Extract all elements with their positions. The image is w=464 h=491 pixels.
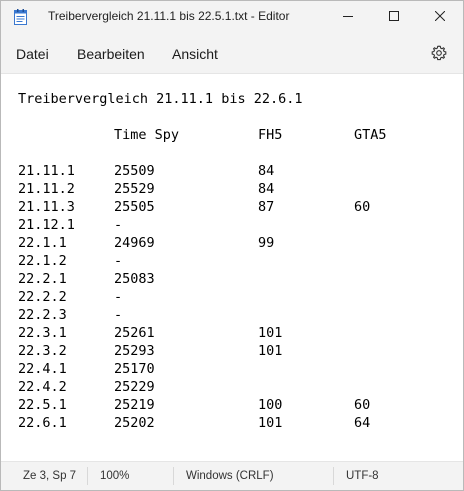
row-value: 60 (354, 199, 371, 215)
row-value: 64 (354, 415, 371, 431)
window-title: Treibervergleich 21.11.1 bis 22.5.1.txt … (48, 9, 290, 23)
row-value: 84 (258, 181, 275, 197)
row-version: 22.3.2 (18, 343, 67, 359)
row-value: 24969 (114, 235, 155, 251)
maximize-button[interactable] (371, 1, 417, 33)
column-header: GTA5 (354, 127, 387, 143)
status-bar: Ze 3, Sp 7 100% Windows (CRLF) UTF-8 (1, 462, 463, 490)
cursor-position: Ze 3, Sp 7 (23, 470, 77, 482)
row-value: - (114, 217, 123, 233)
row-value: 25529 (114, 181, 155, 197)
column-header: Time Spy (114, 127, 180, 143)
row-value: 25170 (114, 361, 155, 377)
row-value: 99 (258, 235, 275, 251)
row-version: 22.3.1 (18, 325, 67, 341)
menu-view[interactable]: Ansicht (172, 46, 218, 62)
row-value: 25261 (114, 325, 155, 341)
row-version: 22.2.3 (18, 307, 67, 323)
row-version: 21.11.1 (18, 163, 75, 179)
row-version: 21.11.3 (18, 199, 75, 215)
row-value: 25505 (114, 199, 155, 215)
row-value: 25083 (114, 271, 155, 287)
encoding: UTF-8 (346, 470, 379, 482)
row-version: 21.11.2 (18, 181, 75, 197)
row-value: 101 (258, 415, 283, 431)
row-value: - (114, 253, 123, 269)
row-version: 22.1.1 (18, 235, 67, 251)
row-value: 25202 (114, 415, 155, 431)
status-divider (173, 467, 174, 485)
close-icon (434, 8, 446, 26)
row-value: 87 (258, 199, 275, 215)
row-value: - (114, 307, 123, 323)
menu-file[interactable]: Datei (16, 46, 49, 62)
column-header: FH5 (258, 127, 283, 143)
status-divider (333, 467, 334, 485)
row-version: 22.4.1 (18, 361, 67, 377)
minimize-button[interactable] (325, 1, 371, 33)
notepad-icon (14, 9, 27, 25)
maximize-icon (389, 8, 399, 26)
row-version: 22.6.1 (18, 415, 67, 431)
title-bar[interactable]: Treibervergleich 21.11.1 bis 22.5.1.txt … (1, 1, 463, 33)
row-value: 84 (258, 163, 275, 179)
editor-window: Treibervergleich 21.11.1 bis 22.5.1.txt … (0, 0, 464, 491)
row-version: 22.4.2 (18, 379, 67, 395)
row-value: 101 (258, 343, 283, 359)
row-version: 22.5.1 (18, 397, 67, 413)
row-value: 25229 (114, 379, 155, 395)
row-value: 25293 (114, 343, 155, 359)
minimize-icon (343, 8, 353, 26)
document-heading: Treibervergleich 21.11.1 bis 22.6.1 (18, 91, 303, 107)
row-value: 100 (258, 397, 283, 413)
row-version: 22.1.2 (18, 253, 67, 269)
row-value: 60 (354, 397, 371, 413)
gear-icon[interactable] (431, 45, 447, 61)
zoom-level: 100% (100, 470, 130, 482)
menu-bar: Datei Bearbeiten Ansicht (1, 33, 463, 74)
status-divider (87, 467, 88, 485)
line-ending: Windows (CRLF) (186, 470, 274, 482)
menu-edit[interactable]: Bearbeiten (77, 46, 145, 62)
row-value: 25219 (114, 397, 155, 413)
row-value: - (114, 289, 123, 305)
row-version: 22.2.2 (18, 289, 67, 305)
row-value: 101 (258, 325, 283, 341)
text-editor-area[interactable]: Treibervergleich 21.11.1 bis 22.6.1 Time… (1, 74, 463, 462)
close-button[interactable] (417, 1, 463, 33)
row-version: 22.2.1 (18, 271, 67, 287)
row-version: 21.12.1 (18, 217, 75, 233)
row-value: 25509 (114, 163, 155, 179)
